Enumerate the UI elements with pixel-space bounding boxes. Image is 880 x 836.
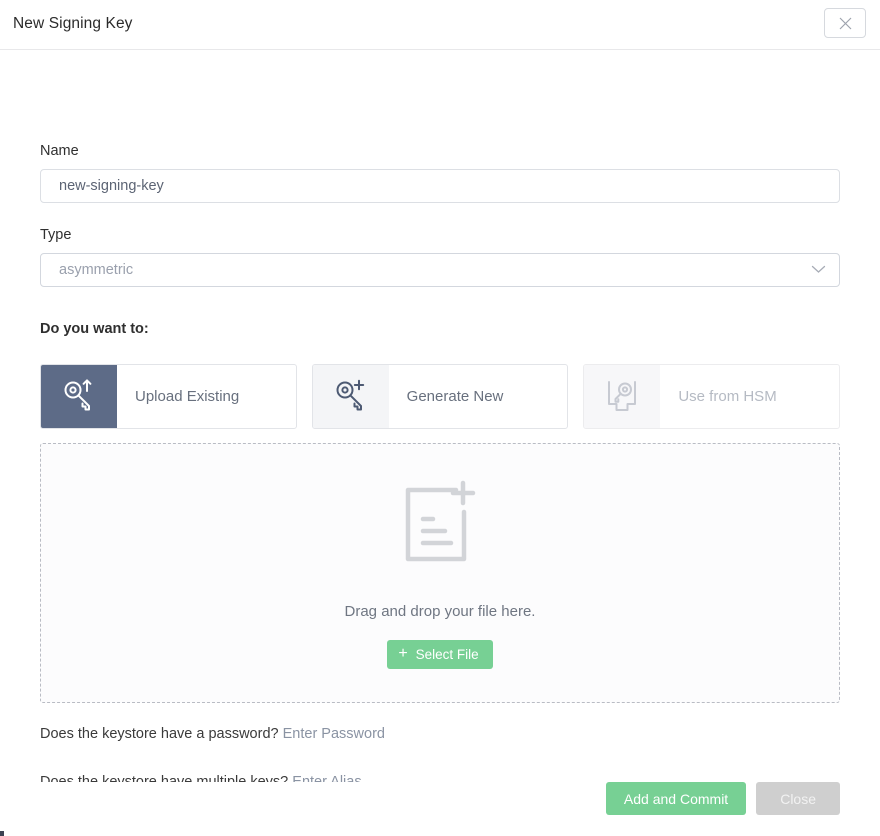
type-label: Type <box>40 227 72 243</box>
close-button[interactable] <box>824 8 866 38</box>
hsm-key-icon <box>584 365 661 428</box>
key-upload-icon <box>41 365 117 428</box>
file-dropzone[interactable]: Drag and drop your file here. + Select F… <box>40 443 840 703</box>
new-signing-key-dialog: New Signing Key Name Type asymmetric Do … <box>0 0 880 836</box>
close-icon <box>839 17 852 30</box>
window-corner-artifact <box>0 831 4 836</box>
select-file-button[interactable]: + Select File <box>387 639 493 669</box>
type-select-wrap: asymmetric <box>40 253 840 287</box>
close-footer-button[interactable]: Close <box>756 782 840 815</box>
add-and-commit-button[interactable]: Add and Commit <box>605 782 747 815</box>
type-select-value: asymmetric <box>59 262 134 278</box>
dialog-header: New Signing Key <box>0 0 880 50</box>
dialog-footer: Add and Commit Close <box>0 782 880 836</box>
name-label: Name <box>40 143 79 159</box>
select-file-label: Select File <box>415 646 479 662</box>
keystore-password-question: Does the keystore have a password? <box>40 726 279 742</box>
name-input[interactable] <box>40 169 840 203</box>
option-generate-new[interactable]: Generate New <box>311 364 569 429</box>
plus-icon: + <box>398 645 408 662</box>
type-select[interactable]: asymmetric <box>40 253 840 287</box>
footer-buttons: Add and Commit Close <box>605 782 840 815</box>
keystore-password-row: Does the keystore have a password? Enter… <box>40 726 385 742</box>
dropzone-instruction: Drag and drop your file here. <box>344 602 536 620</box>
key-source-options: Upload Existing Generate New Use from HS… <box>40 364 841 429</box>
option-use-from-hsm-label: Use from HSM <box>678 388 777 405</box>
key-plus-icon <box>312 365 389 428</box>
option-use-from-hsm[interactable]: Use from HSM <box>583 364 841 429</box>
enter-password-link[interactable]: Enter Password <box>283 726 385 742</box>
option-generate-new-label: Generate New <box>406 388 504 405</box>
page-title: New Signing Key <box>13 15 133 32</box>
do-you-want-to-label: Do you want to: <box>40 321 149 337</box>
option-upload-existing-label: Upload Existing <box>135 388 240 405</box>
option-upload-existing[interactable]: Upload Existing <box>40 364 297 429</box>
file-add-icon <box>401 478 479 569</box>
